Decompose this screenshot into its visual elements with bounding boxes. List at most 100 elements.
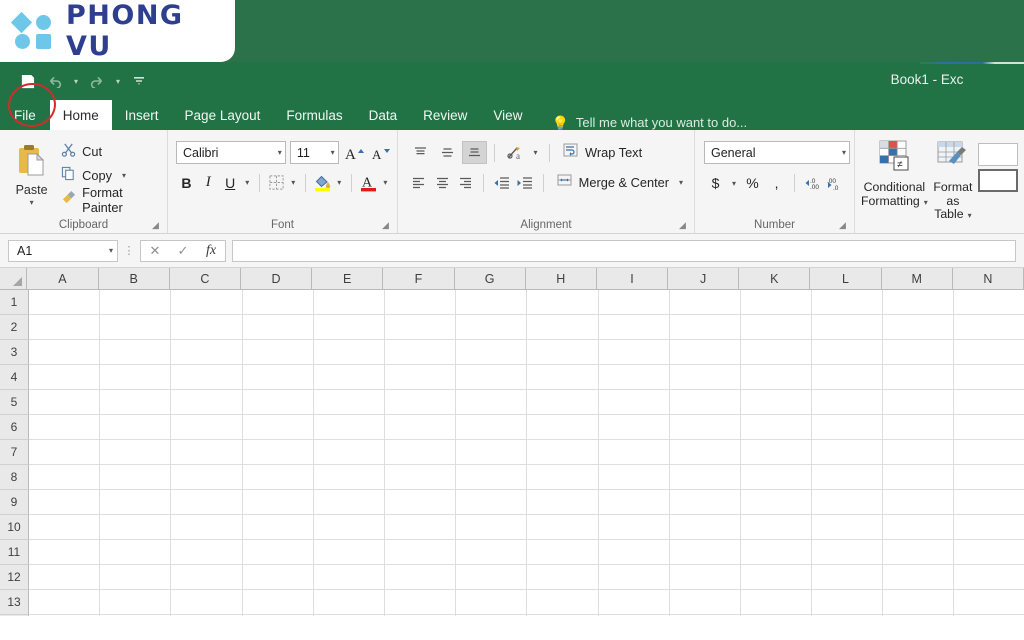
column-header-I[interactable]: I (596, 268, 669, 290)
cell-D10[interactable] (242, 515, 314, 540)
cell-I14[interactable] (598, 615, 670, 616)
cell-C6[interactable] (171, 415, 243, 440)
increase-font-size-button[interactable]: A (343, 141, 365, 164)
cell-M2[interactable] (883, 315, 955, 340)
font-size-combo[interactable]: 11 ▾ (289, 141, 339, 164)
cell-J5[interactable] (669, 390, 741, 415)
cell-F13[interactable] (384, 590, 457, 615)
cell-A8[interactable] (29, 465, 101, 490)
cell-E5[interactable] (313, 390, 385, 415)
cell-J8[interactable] (669, 465, 741, 490)
column-header-B[interactable]: B (98, 268, 170, 290)
cell-D11[interactable] (242, 540, 314, 565)
cell-A1[interactable] (29, 290, 101, 315)
cell-K2[interactable] (740, 315, 813, 340)
cell-J3[interactable] (669, 340, 741, 365)
column-header-C[interactable]: C (169, 268, 241, 290)
cell-B8[interactable] (100, 465, 172, 490)
cell-M14[interactable] (883, 615, 955, 616)
cell-I12[interactable] (598, 565, 670, 590)
cell-C9[interactable] (171, 490, 243, 515)
tab-insert[interactable]: Insert (112, 100, 172, 130)
cell-M12[interactable] (883, 565, 955, 590)
cell-F10[interactable] (384, 515, 457, 540)
cell-D5[interactable] (242, 390, 314, 415)
align-top-icon[interactable] (408, 141, 433, 164)
cell-F7[interactable] (384, 440, 457, 465)
cell-K6[interactable] (740, 415, 813, 440)
percent-format-button[interactable]: % (741, 172, 764, 194)
cell-I5[interactable] (598, 390, 670, 415)
cell-H3[interactable] (527, 340, 599, 365)
cell-J1[interactable] (669, 290, 741, 315)
cell-N14[interactable] (954, 615, 1024, 616)
cell-H4[interactable] (527, 365, 599, 390)
cell-H9[interactable] (527, 490, 599, 515)
cell-E13[interactable] (313, 590, 385, 615)
orientation-icon[interactable]: a (502, 141, 527, 164)
increase-indent-icon[interactable] (514, 171, 535, 194)
cell-E2[interactable] (313, 315, 385, 340)
cell-N10[interactable] (954, 515, 1024, 540)
cell-M8[interactable] (883, 465, 955, 490)
cell-B2[interactable] (100, 315, 172, 340)
cell-M1[interactable] (883, 290, 955, 315)
cell-K14[interactable] (740, 615, 813, 616)
cell-F6[interactable] (384, 415, 457, 440)
decrease-font-size-button[interactable]: A (369, 141, 391, 164)
cell-J4[interactable] (669, 365, 741, 390)
cell-L10[interactable] (812, 515, 884, 540)
cell-N3[interactable] (954, 340, 1024, 365)
cut-button[interactable]: Cut (57, 141, 161, 162)
alignment-dialog-launcher-icon[interactable]: ◢ (679, 220, 689, 230)
clipboard-dialog-launcher-icon[interactable]: ◢ (152, 220, 162, 230)
cell-L7[interactable] (812, 440, 884, 465)
cell-K5[interactable] (740, 390, 813, 415)
redo-dropdown-caret-icon[interactable]: ▾ (112, 69, 124, 93)
cell-G8[interactable] (456, 465, 528, 490)
font-name-combo[interactable]: Calibri ▾ (176, 141, 286, 164)
cell-D4[interactable] (242, 365, 314, 390)
cell-D14[interactable] (242, 615, 314, 616)
cell-A10[interactable] (29, 515, 101, 540)
font-color-dropdown-caret-icon[interactable]: ▾ (380, 171, 391, 194)
cell-L12[interactable] (812, 565, 884, 590)
format-as-table-caret-icon[interactable]: ▾ (968, 211, 972, 220)
align-left-icon[interactable] (408, 171, 429, 194)
decrease-indent-icon[interactable] (491, 171, 512, 194)
cell-C11[interactable] (171, 540, 243, 565)
wrap-text-button[interactable]: Wrap Text (557, 141, 647, 164)
tab-formulas[interactable]: Formulas (273, 100, 355, 130)
cell-I4[interactable] (598, 365, 670, 390)
tab-view[interactable]: View (480, 100, 535, 130)
cell-styles-gallery[interactable] (978, 139, 1018, 195)
cell-B1[interactable] (100, 290, 172, 315)
cell-B11[interactable] (100, 540, 172, 565)
cell-N5[interactable] (954, 390, 1024, 415)
tab-review[interactable]: Review (410, 100, 480, 130)
cell-K12[interactable] (740, 565, 813, 590)
cell-G2[interactable] (456, 315, 528, 340)
cell-J12[interactable] (669, 565, 741, 590)
cell-A7[interactable] (29, 440, 101, 465)
align-middle-icon[interactable] (435, 141, 460, 164)
confirm-check-icon[interactable]: ✓ (169, 241, 197, 261)
cell-M7[interactable] (883, 440, 955, 465)
cell-M9[interactable] (883, 490, 955, 515)
tell-me-search[interactable]: 💡 Tell me what you want to do... (551, 115, 747, 130)
cell-N1[interactable] (954, 290, 1024, 315)
cell-N2[interactable] (954, 315, 1024, 340)
borders-icon[interactable] (266, 171, 287, 194)
name-box[interactable]: A1 ▾ (8, 239, 118, 262)
cell-M5[interactable] (883, 390, 955, 415)
cell-I6[interactable] (598, 415, 670, 440)
cell-C8[interactable] (171, 465, 243, 490)
cell-I11[interactable] (598, 540, 670, 565)
underline-button[interactable]: U (220, 171, 241, 194)
cell-M11[interactable] (883, 540, 955, 565)
cell-N4[interactable] (954, 365, 1024, 390)
tab-file[interactable]: File (0, 100, 50, 130)
format-painter-button[interactable]: Format Painter (57, 185, 161, 215)
column-header-H[interactable]: H (525, 268, 597, 290)
cell-K1[interactable] (740, 290, 813, 315)
